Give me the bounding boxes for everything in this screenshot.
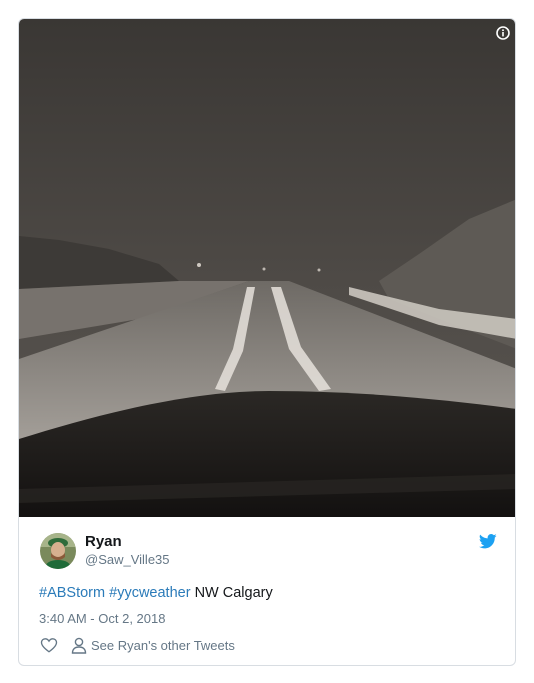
tweet-text-suffix: NW Calgary <box>194 585 273 601</box>
tweet-body: Ryan @Saw_Ville35 #ABStorm #yycweather N… <box>19 517 515 665</box>
heart-icon <box>40 638 58 653</box>
tweet-text: #ABStorm #yycweather NW Calgary <box>39 585 273 601</box>
snowy-road-photo <box>19 19 515 517</box>
see-other-tweets-label: See Ryan's other Tweets <box>91 637 235 653</box>
tweet-card: Ryan @Saw_Ville35 #ABStorm #yycweather N… <box>18 18 516 666</box>
twitter-bird-icon[interactable] <box>479 534 497 549</box>
person-icon <box>71 637 87 654</box>
info-icon[interactable] <box>496 26 510 40</box>
author-handle[interactable]: @Saw_Ville35 <box>85 552 170 567</box>
avatar[interactable] <box>40 533 76 569</box>
tweet-actions: See Ryan's other Tweets <box>39 635 235 655</box>
author-name[interactable]: Ryan <box>85 533 122 550</box>
avatar-image <box>40 533 76 569</box>
tweet-photo[interactable] <box>19 19 515 517</box>
tweet-timestamp[interactable]: 3:40 AM - Oct 2, 2018 <box>39 611 165 626</box>
like-button[interactable] <box>39 635 59 655</box>
hashtag-link[interactable]: #ABStorm <box>39 585 105 601</box>
hashtag-link[interactable]: #yycweather <box>109 585 190 601</box>
see-other-tweets-link[interactable]: See Ryan's other Tweets <box>71 637 235 654</box>
